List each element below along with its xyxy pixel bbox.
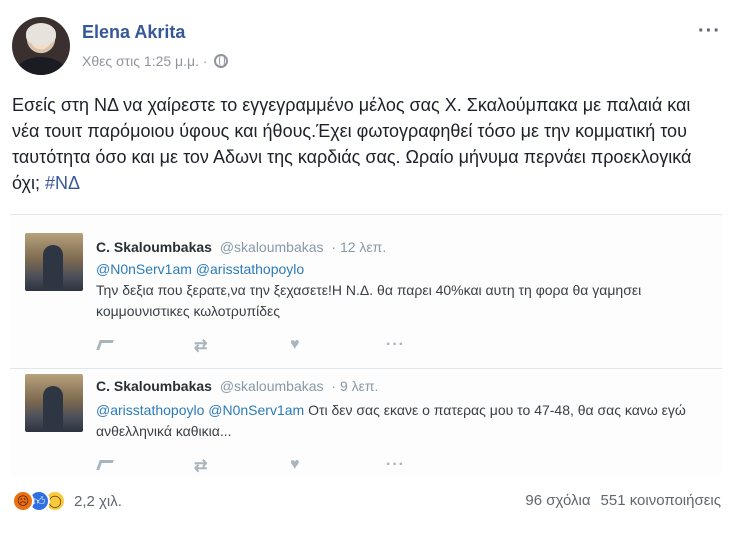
more-dots-icon: ···	[386, 456, 405, 473]
globe-icon	[213, 54, 228, 68]
reaction-count[interactable]: 2,2 χιλ.	[74, 493, 122, 510]
tweet-body: @N0nServ1am @arisstathopoylo Την δεξια π…	[96, 259, 706, 322]
tweet-card: C. Skaloumbakas @skaloumbakas · 9 λεπ. @…	[10, 370, 722, 476]
reactions-summary[interactable]: ☹ 👍︎ ◯ 2,2 χιλ.	[12, 490, 122, 512]
shares-count[interactable]: 551 κοινοποιήσεις	[601, 492, 721, 509]
hashtag-link[interactable]: #ΝΔ	[45, 173, 80, 193]
post-text: Εσείς στη ΝΔ να χαίρεστε το εγγεγραμμένο…	[12, 92, 722, 196]
more-options-button[interactable]: ···	[698, 20, 721, 43]
retweet-icon: ⇄	[194, 458, 208, 475]
tweet-mentions: @N0nServ1am @arisstathopoylo	[96, 261, 305, 277]
tweet-author-name: C. Skaloumbakas	[96, 378, 212, 394]
tweet-author-handle: @skaloumbakas	[219, 239, 324, 255]
tweet-actions: ⇄ ♥ ···	[96, 336, 482, 355]
tweet-avatar	[25, 233, 83, 291]
post-timestamp[interactable]: Χθες στις 1:25 μ.μ. ·	[82, 53, 208, 69]
reply-icon	[96, 456, 194, 474]
author-avatar[interactable]	[12, 17, 70, 75]
angry-icon: ☹	[12, 490, 34, 512]
tweet-time: · 12 λεπ.	[331, 239, 387, 255]
tweet-author-name: C. Skaloumbakas	[96, 239, 212, 255]
tweet-mentions: @arisstathopoylo @N0nServ1am	[96, 402, 305, 418]
tweet-avatar	[25, 374, 83, 432]
facebook-post: Elena Akrita Χθες στις 1:25 μ.μ. · ··· Ε…	[0, 0, 735, 537]
embedded-tweets-image[interactable]: C. Skaloumbakas @skaloumbakas · 12 λεπ. …	[10, 214, 722, 476]
tweet-card: C. Skaloumbakas @skaloumbakas · 12 λεπ. …	[10, 221, 722, 369]
avatar-shoulders	[16, 57, 66, 75]
author-name[interactable]: Elena Akrita	[82, 22, 185, 43]
heart-icon: ♥	[290, 456, 300, 473]
avatar-hair	[26, 23, 56, 45]
comments-count[interactable]: 96 σχόλια	[525, 492, 590, 509]
reply-icon	[96, 336, 194, 354]
tweet-header: C. Skaloumbakas @skaloumbakas · 9 λεπ.	[96, 378, 378, 394]
more-dots-icon: ···	[386, 336, 405, 353]
tweet-author-handle: @skaloumbakas	[219, 378, 324, 394]
tweet-time: · 9 λεπ.	[331, 378, 379, 394]
tweet-header: C. Skaloumbakas @skaloumbakas · 12 λεπ.	[96, 239, 386, 255]
heart-icon: ♥	[290, 336, 300, 353]
tweet-actions: ⇄ ♥ ···	[96, 456, 482, 475]
post-meta: Χθες στις 1:25 μ.μ. ·	[82, 53, 228, 69]
post-text-main: Εσείς στη ΝΔ να χαίρεστε το εγγεγραμμένο…	[12, 95, 692, 193]
retweet-icon: ⇄	[194, 338, 208, 355]
tweet-body: @arisstathopoylo @N0nServ1am Οτι δεν σας…	[96, 400, 706, 442]
post-stats: 96 σχόλια 551 κοινοποιήσεις	[525, 492, 721, 509]
tweet-text: Την δεξια που ξερατε,να την ξεχασετε!Η Ν…	[96, 282, 642, 319]
